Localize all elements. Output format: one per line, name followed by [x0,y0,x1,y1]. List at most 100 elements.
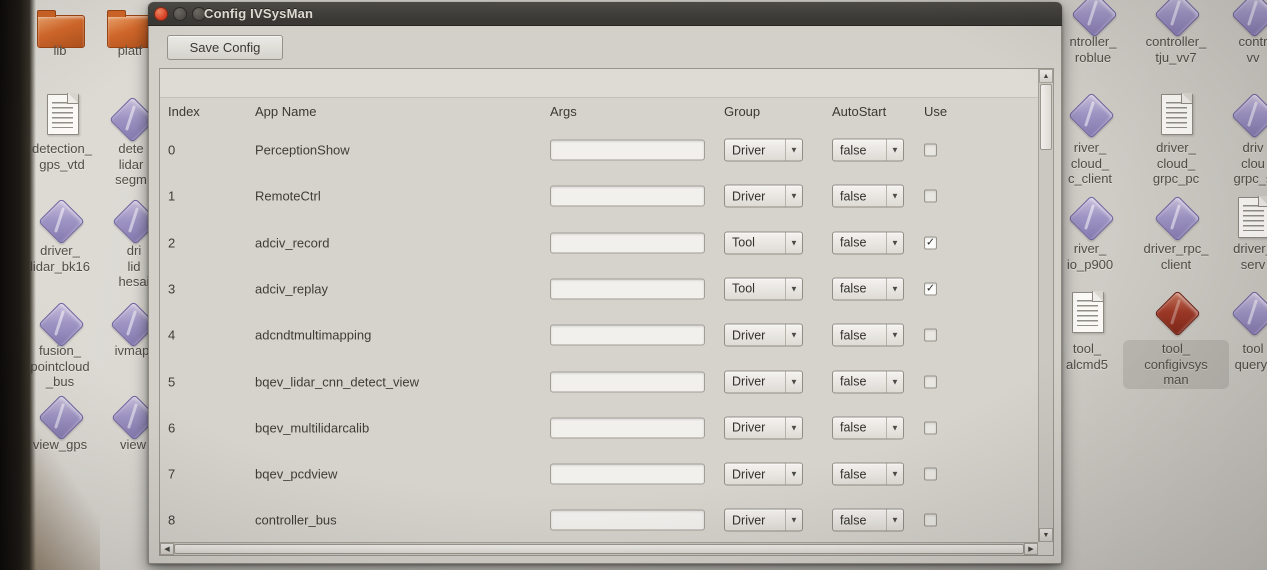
chevron-down-icon: ▼ [785,278,802,299]
header-autostart: AutoStart [832,104,886,119]
save-config-button[interactable]: Save Config [167,35,283,60]
row-group-dropdown[interactable]: Driver ▼ [724,139,803,162]
chevron-down-icon: ▼ [886,325,903,346]
chevron-down-icon: ▼ [785,371,802,392]
row-index: 5 [168,374,175,389]
table-row: 1 RemoteCtrl Driver ▼ false ▼ [160,173,1038,219]
chevron-down-icon: ▼ [886,371,903,392]
table-row: 4 adcndtmultimapping Driver ▼ false ▼ [160,312,1038,358]
chevron-down-icon: ▼ [886,232,903,253]
row-autostart-dropdown[interactable]: false ▼ [832,277,904,300]
autostart-value: false [833,513,886,527]
row-use-checkbox[interactable] [924,375,937,388]
monitor-bezel [0,0,36,570]
row-app-name: bqev_multilidarcalib [255,420,369,435]
vertical-scroll-thumb[interactable] [1040,84,1052,150]
row-args-input[interactable] [550,278,705,299]
titlebar[interactable]: Config IVSysMan [148,2,1062,26]
table-header: Index App Name Args Group AutoStart Use [160,104,1038,124]
row-args-input[interactable] [550,417,705,438]
close-icon[interactable] [154,7,168,21]
row-args-input[interactable] [550,186,705,207]
row-index: 8 [168,513,175,528]
row-args-input[interactable] [550,464,705,485]
autostart-value: false [833,328,886,342]
row-index: 6 [168,420,175,435]
row-autostart-dropdown[interactable]: false ▼ [832,324,904,347]
config-window: Config IVSysMan Save Config Index App Na… [148,2,1062,564]
row-index: 1 [168,189,175,204]
chevron-down-icon: ▼ [785,186,802,207]
row-app-name: bqev_pcdview [255,467,337,482]
row-group-dropdown[interactable]: Driver ▼ [724,509,803,532]
group-value: Driver [725,375,785,389]
row-group-dropdown[interactable]: Driver ▼ [724,370,803,393]
row-autostart-dropdown[interactable]: false ▼ [832,185,904,208]
row-autostart-dropdown[interactable]: false ▼ [832,231,904,254]
row-args-input[interactable] [550,232,705,253]
row-group-dropdown[interactable]: Driver ▼ [724,463,803,486]
desktop-icon-image [1208,195,1267,239]
row-args-input[interactable] [550,510,705,531]
row-app-name: RemoteCtrl [255,189,321,204]
header-app-name: App Name [255,104,316,119]
row-autostart-dropdown[interactable]: false ▼ [832,416,904,439]
scroll-up-icon[interactable]: ▲ [1039,69,1053,83]
desktop-icon-image [1208,290,1267,334]
row-use-checkbox[interactable]: ✓ [924,236,937,249]
row-group-dropdown[interactable]: Driver ▼ [724,324,803,347]
group-value: Tool [725,236,785,250]
chevron-down-icon: ▼ [785,417,802,438]
row-autostart-dropdown[interactable]: false ▼ [832,463,904,486]
row-use-checkbox[interactable] [924,514,937,527]
horizontal-scroll-thumb[interactable] [174,544,1024,554]
desktop-icon-contr-vv[interactable]: contrvv [1208,0,1267,35]
row-app-name: bqev_lidar_cnn_detect_view [255,374,419,389]
scroll-down-icon[interactable]: ▼ [1039,528,1053,542]
row-args-input[interactable] [550,371,705,392]
desktop-icon-tool-queryr[interactable]: toolqueryr [1208,290,1267,334]
desktop-icon-label: drivclougrpc_s [1200,139,1267,188]
row-index: 7 [168,467,175,482]
row-autostart-dropdown[interactable]: false ▼ [832,370,904,393]
row-index: 3 [168,281,175,296]
row-group-dropdown[interactable]: Driver ▼ [724,185,803,208]
row-autostart-dropdown[interactable]: false ▼ [832,139,904,162]
chevron-down-icon: ▼ [785,325,802,346]
row-use-checkbox[interactable] [924,468,937,481]
chevron-down-icon: ▼ [785,232,802,253]
scroll-right-icon[interactable]: ▶ [1024,543,1038,555]
row-use-checkbox[interactable]: ✓ [924,282,937,295]
table-row: 3 adciv_replay Tool ▼ false ▼ ✓ [160,266,1038,312]
row-group-dropdown[interactable]: Tool ▼ [724,231,803,254]
autostart-value: false [833,236,886,250]
desktop-icon-driv-clou-grpc-s[interactable]: drivclougrpc_s [1208,92,1267,136]
row-autostart-dropdown[interactable]: false ▼ [832,509,904,532]
autostart-value: false [833,189,886,203]
minimize-icon[interactable] [173,7,187,21]
header-group: Group [724,104,760,119]
vertical-scrollbar[interactable]: ▲ ▼ [1038,69,1053,542]
row-args-input[interactable] [550,325,705,346]
group-value: Driver [725,189,785,203]
chevron-down-icon: ▼ [886,417,903,438]
row-use-checkbox[interactable] [924,190,937,203]
desktop-icon-driver-serv[interactable]: driver_serv [1208,195,1267,239]
header-index: Index [168,104,200,119]
horizontal-scrollbar[interactable]: ◀ ▶ [160,542,1038,555]
row-use-checkbox[interactable] [924,421,937,434]
row-args-input[interactable] [550,140,705,161]
row-use-checkbox[interactable] [924,329,937,342]
chevron-down-icon: ▼ [886,510,903,531]
table-row: 8 controller_bus Driver ▼ false ▼ [160,497,1038,543]
row-app-name: PerceptionShow [255,143,350,158]
row-group-dropdown[interactable]: Driver ▼ [724,416,803,439]
row-app-name: adcndtmultimapping [255,328,371,343]
desktop-icon-label: contrvv [1200,33,1267,66]
window-title: Config IVSysMan [204,6,313,21]
row-app-name: adciv_record [255,235,329,250]
header-args: Args [550,104,577,119]
row-group-dropdown[interactable]: Tool ▼ [724,277,803,300]
scroll-left-icon[interactable]: ◀ [160,543,174,555]
row-use-checkbox[interactable] [924,144,937,157]
